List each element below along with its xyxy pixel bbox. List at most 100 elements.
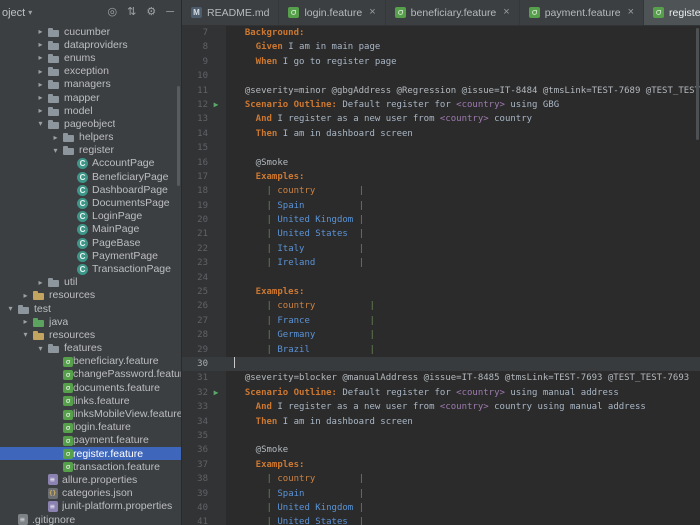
tree-item-cucumber[interactable]: ▸cucumber — [0, 25, 181, 38]
chevron-collapsed-icon[interactable]: ▸ — [19, 291, 32, 300]
chevron-expanded-icon[interactable]: ▾ — [34, 344, 47, 353]
gutter-spacer — [208, 314, 224, 328]
settings-icon[interactable]: ⚙ — [146, 0, 156, 25]
tree-item-dataproviders[interactable]: ▸dataproviders — [0, 38, 181, 51]
tree-item-managers[interactable]: ▸ managers — [0, 78, 181, 91]
chevron-expanded-icon[interactable]: ▾ — [4, 304, 17, 313]
tab-beneficiary-feature[interactable]: beneficiary.feature× — [386, 0, 520, 25]
chevron-expanded-icon[interactable]: ▾ — [49, 146, 62, 155]
class-icon — [77, 211, 88, 222]
tree-item-label: managers — [64, 78, 111, 90]
tree-item-label: register.feature — [73, 448, 143, 460]
run-scenario-icon[interactable]: ▶ — [208, 386, 224, 400]
editor-line-18: 18 | country | — [182, 184, 700, 198]
gutter-spacer — [208, 170, 224, 184]
tree-item-register[interactable]: ▾register — [0, 144, 181, 157]
tree-item-pagebase[interactable]: PageBase — [0, 236, 181, 249]
tree-item-dashboardpage[interactable]: DashboardPage — [0, 183, 181, 196]
tab-readme-md[interactable]: README.md — [182, 0, 279, 25]
gutter-cell: 35 — [182, 429, 226, 443]
tree-item-login-feature[interactable]: login.feature — [0, 421, 181, 434]
project-tree: ▸cucumber▸dataproviders▸enums▸exception▸… — [0, 25, 181, 525]
tree-item-transactionpage[interactable]: TransactionPage — [0, 262, 181, 275]
tree-item-categories-json[interactable]: categories.json — [0, 487, 181, 500]
tree-item-gitignore[interactable]: .gitignore — [0, 513, 181, 525]
tree-item-label: linksMobileView.feature — [73, 408, 181, 420]
tree-item-changepassword-feature[interactable]: changePassword.feature — [0, 368, 181, 381]
editor-scrollbar[interactable] — [696, 28, 699, 140]
hide-panel-icon[interactable]: ─ — [166, 0, 174, 25]
tree-item-pageobject[interactable]: ▾pageobject — [0, 117, 181, 130]
tree-item-mapper[interactable]: ▸mapper — [0, 91, 181, 104]
editor-line-38: 38 | country | — [182, 472, 700, 486]
code-text: | United States | — [226, 227, 700, 241]
tree-item-mainpage[interactable]: MainPage — [0, 223, 181, 236]
editor[interactable]: 7 Background:8 Given I am in main page9 … — [182, 26, 700, 525]
tree-item-documentspage[interactable]: DocumentsPage — [0, 196, 181, 209]
tree-item-resources[interactable]: ▾resources — [0, 328, 181, 341]
project-tree-scrollbar[interactable] — [177, 86, 180, 186]
tree-item-model[interactable]: ▸model — [0, 104, 181, 117]
chevron-expanded-icon[interactable]: ▾ — [19, 330, 32, 339]
chevron-collapsed-icon[interactable]: ▸ — [34, 40, 47, 49]
tree-item-enums[interactable]: ▸enums — [0, 51, 181, 64]
close-tab-icon[interactable]: × — [503, 7, 509, 18]
class-icon — [77, 158, 88, 169]
chevron-expanded-icon[interactable]: ▾ — [34, 119, 47, 128]
chevron-collapsed-icon[interactable]: ▸ — [34, 27, 47, 36]
tree-item-label: .gitignore — [32, 514, 75, 525]
project-view-selector[interactable]: oject ▾ — [2, 7, 32, 19]
tree-item-java[interactable]: ▸java — [0, 315, 181, 328]
class-icon — [77, 172, 88, 183]
code-text: Scenario Outline: Default register for <… — [226, 98, 700, 112]
tree-item-loginpage[interactable]: LoginPage — [0, 210, 181, 223]
tree-item-label: changePassword.feature — [73, 368, 181, 380]
locate-icon[interactable]: ◎ — [108, 0, 118, 25]
tree-item-paymentpage[interactable]: PaymentPage — [0, 249, 181, 262]
tree-item-allure-properties[interactable]: allure.properties — [0, 473, 181, 486]
tree-item-transaction-feature[interactable]: transaction.feature — [0, 460, 181, 473]
chevron-collapsed-icon[interactable]: ▸ — [34, 67, 47, 76]
tree-item-junit-platform-properties[interactable]: junit-platform.properties — [0, 500, 181, 513]
chevron-collapsed-icon[interactable]: ▸ — [34, 80, 47, 89]
run-scenario-icon[interactable]: ▶ — [208, 98, 224, 112]
tree-item-beneficiary-feature[interactable]: beneficiary.feature — [0, 355, 181, 368]
code-text: | Germany | — [226, 328, 700, 342]
tree-item-documents-feature[interactable]: documents.feature — [0, 381, 181, 394]
tree-item-exception[interactable]: ▸exception — [0, 65, 181, 78]
tab-payment-feature[interactable]: payment.feature× — [520, 0, 644, 25]
tree-item-helpers[interactable]: ▸helpers — [0, 131, 181, 144]
collapse-all-icon[interactable]: ⇅ — [127, 0, 136, 25]
tree-item-accountpage[interactable]: AccountPage — [0, 157, 181, 170]
tree-item-label: documents.feature — [73, 382, 160, 394]
line-number: 38 — [182, 472, 208, 486]
tree-item-resources[interactable]: ▸resources — [0, 289, 181, 302]
line-number: 35 — [182, 429, 208, 443]
tree-item-payment-feature[interactable]: payment.feature — [0, 434, 181, 447]
close-tab-icon[interactable]: × — [369, 7, 375, 18]
line-number: 40 — [182, 501, 208, 515]
tree-item-register-feature[interactable]: register.feature — [0, 447, 181, 460]
tab-login-feature[interactable]: login.feature× — [279, 0, 385, 25]
folder-icon — [47, 39, 60, 51]
tree-item-beneficiarypage[interactable]: BeneficiaryPage — [0, 170, 181, 183]
tree-item-util[interactable]: ▸util — [0, 276, 181, 289]
chevron-collapsed-icon[interactable]: ▸ — [19, 317, 32, 326]
chevron-collapsed-icon[interactable]: ▸ — [34, 53, 47, 62]
tree-item-links-feature[interactable]: links.feature — [0, 394, 181, 407]
class-icon — [77, 238, 88, 249]
gutter-cell: 36 — [182, 443, 226, 457]
line-number: 21 — [182, 227, 208, 241]
tree-item-linksmobileview-feature[interactable]: linksMobileView.feature — [0, 407, 181, 420]
tab-register-feature[interactable]: register.feature× — [644, 0, 700, 25]
text-caret — [234, 357, 235, 368]
tree-item-features[interactable]: ▾features — [0, 342, 181, 355]
line-number: 26 — [182, 299, 208, 313]
chevron-collapsed-icon[interactable]: ▸ — [34, 93, 47, 102]
close-tab-icon[interactable]: × — [628, 7, 634, 18]
chevron-collapsed-icon[interactable]: ▸ — [49, 133, 62, 142]
tree-item-test[interactable]: ▾test — [0, 302, 181, 315]
chevron-collapsed-icon[interactable]: ▸ — [34, 106, 47, 115]
folder-icon — [47, 26, 60, 38]
chevron-collapsed-icon[interactable]: ▸ — [34, 278, 47, 287]
